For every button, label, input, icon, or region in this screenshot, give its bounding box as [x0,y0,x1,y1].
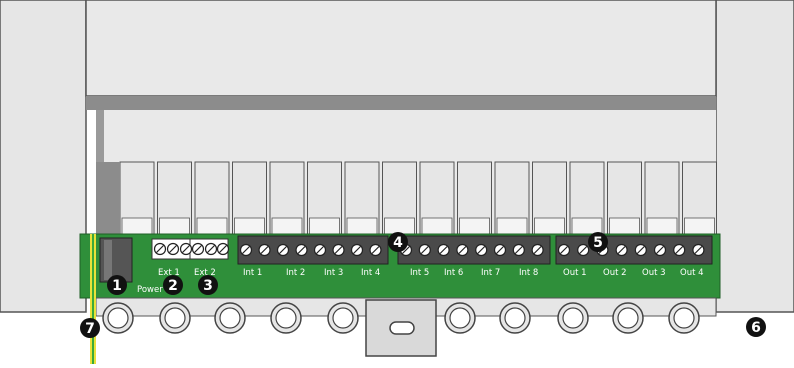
label-input: Int 8 [519,268,538,278]
terminal-cover-tab [309,217,340,235]
mounting-lug-hole [107,307,129,329]
terminal-cover-tab [271,217,303,235]
terminal-cover-tab [384,217,415,235]
terminal-cover-tab [496,217,528,235]
ext-terminals [151,238,230,260]
label-input: Int 1 [243,268,262,278]
callout-1: 1 [107,275,127,295]
mounting-lug-hole [504,307,526,329]
callout-7: 7 [80,318,100,338]
callout-6: 6 [746,317,766,337]
mounting-lug-hole [617,307,639,329]
housing-shelf [86,96,716,110]
ground-wire-stripe [92,234,94,364]
mounting-lug-hole [449,307,471,329]
label-input: Int 3 [324,268,343,278]
label-power: Power [137,285,163,295]
upper-housing [85,0,717,97]
left-housing [0,0,87,313]
svg-text:2: 2 [168,278,178,294]
label-output: Out 4 [680,268,704,278]
cover-side [96,162,120,234]
terminal-cover-tab [534,217,565,235]
terminal-cover-tab [346,217,378,235]
terminal-covers [96,161,717,235]
label-output: Out 2 [603,268,627,278]
callout-4: 4 [388,232,408,252]
label-input: Int 4 [361,268,380,278]
terminal-cover-tab [459,217,490,235]
terminal-cover-tab [571,217,603,235]
callout-2: 2 [163,275,183,295]
terminal-cover-tab [196,217,228,235]
mounting-lug-hole [673,307,695,329]
label-output: Out 3 [642,268,666,278]
label-input: Int 2 [286,268,305,278]
callout-5: 5 [588,232,608,252]
terminal-cover-tab [684,217,715,235]
power-connector-highlight [104,240,112,280]
callout-3: 3 [198,275,218,295]
label-input: Int 5 [410,268,429,278]
terminal-cover-tab [421,217,453,235]
svg-text:3: 3 [203,278,213,294]
label-output: Out 1 [563,268,587,278]
mounting-lug-hole [275,307,297,329]
terminal-cover-tab [234,217,265,235]
terminal-cover-tab [121,217,153,235]
mounting-lug-hole [332,307,354,329]
mounting-lug-hole [219,307,241,329]
device-diagram: Power Ext 1 Ext 2 Int 1 Int 2 Int 3 Int 4 In… [0,0,794,364]
svg-text:4: 4 [393,235,403,251]
svg-text:6: 6 [751,320,761,336]
svg-text:7: 7 [85,321,95,337]
label-input: Int 6 [444,268,463,278]
svg-text:1: 1 [112,278,122,294]
terminal-cover-tab [646,217,678,235]
mounting-lug-hole [562,307,584,329]
module-illustration: Power Ext 1 Ext 2 Int 1 Int 2 Int 3 Int 4 In… [0,0,794,364]
terminal-cover-tab [609,217,640,235]
right-housing [715,0,794,313]
label-input: Int 7 [481,268,500,278]
mounting-lug-hole [164,307,186,329]
din-clip-slot [389,321,415,335]
terminal-cover-tab [159,217,190,235]
svg-text:5: 5 [593,235,603,251]
